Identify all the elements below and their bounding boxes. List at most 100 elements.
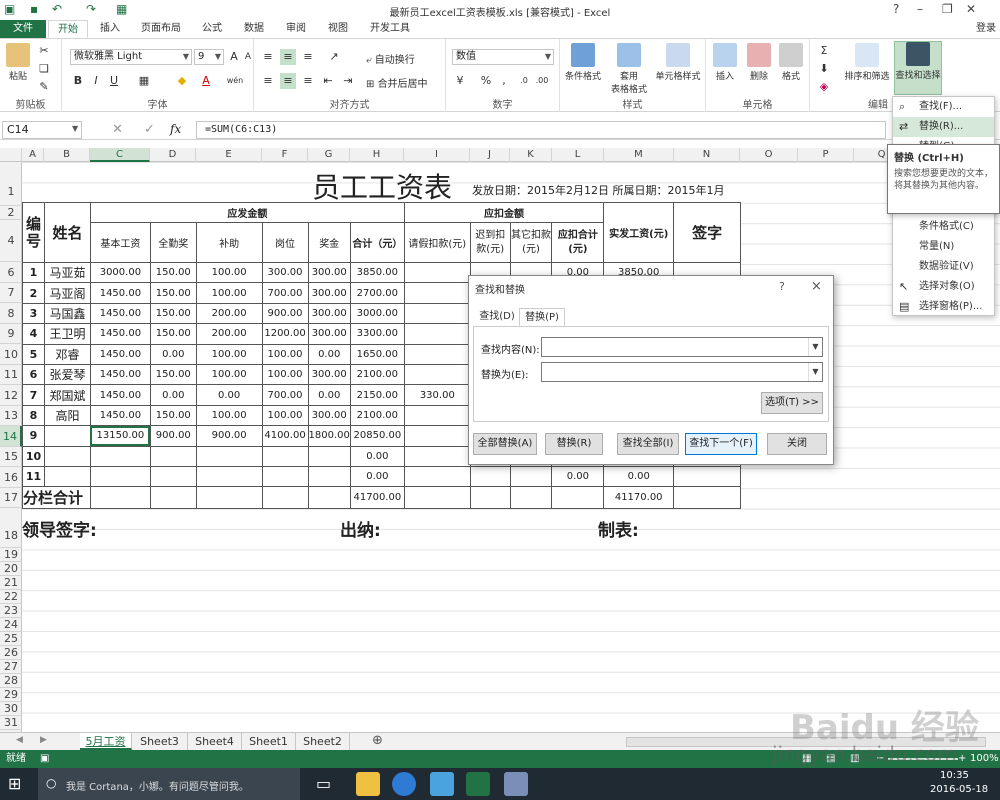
sheet-tab-sheet4[interactable]: Sheet4 [188, 733, 242, 750]
subheader-cell[interactable]: 补助 [195, 222, 263, 263]
value-cell[interactable]: 13150.00 [89, 425, 151, 447]
value-cell[interactable]: 3300.00 [349, 323, 405, 345]
column-header[interactable]: O [740, 148, 798, 162]
cell[interactable] [89, 486, 151, 510]
value-cell[interactable] [403, 363, 471, 386]
row-header[interactable]: 30 [0, 702, 22, 716]
row-header[interactable]: 28 [0, 674, 22, 688]
tab-insert[interactable]: 插入 [92, 20, 128, 38]
align-left-icon[interactable]: ≡ [260, 73, 276, 89]
subheader-cell[interactable]: 应扣合计(元) [551, 222, 605, 263]
tab-find[interactable]: 查找(D) [477, 308, 517, 326]
autosum-icon[interactable]: Σ [816, 43, 832, 59]
value-cell[interactable] [307, 465, 351, 488]
find-what-input[interactable]: ▼ [541, 337, 823, 357]
value-cell[interactable]: 0.00 [307, 384, 351, 406]
value-cell[interactable]: 1650.00 [349, 343, 405, 365]
wrap-text-button[interactable]: ⤶ 自动换行 [366, 51, 438, 66]
column-header[interactable]: C [90, 148, 150, 162]
column-header[interactable]: B [44, 148, 90, 162]
value-cell[interactable] [307, 445, 351, 467]
sign-cell[interactable] [673, 465, 741, 488]
subheader-cell[interactable]: 岗位 [261, 222, 309, 263]
value-cell[interactable] [261, 465, 309, 488]
value-cell[interactable] [403, 282, 471, 304]
value-cell[interactable]: 150.00 [149, 404, 197, 427]
menu-item-selection-pane[interactable]: ▤ 选择窗格(P)... [893, 297, 994, 317]
employee-no-cell[interactable]: 7 [22, 384, 45, 406]
font-size-combo[interactable]: 9 ▼ [194, 49, 224, 65]
column-header[interactable]: A [22, 148, 44, 162]
value-cell[interactable]: 150.00 [149, 302, 197, 325]
employee-no-cell[interactable]: 2 [22, 282, 45, 304]
value-cell[interactable]: 1450.00 [89, 282, 151, 304]
value-cell[interactable]: 2100.00 [349, 404, 405, 427]
column-header[interactable]: F [262, 148, 308, 162]
menu-item-select-objects[interactable]: ↖ 选择对象(O) [893, 277, 994, 297]
employee-no-cell[interactable]: 5 [22, 343, 45, 365]
header-net-pay[interactable]: 实发工资(元) [603, 202, 675, 263]
value-cell[interactable]: 300.00 [307, 261, 351, 284]
row-header[interactable]: 2 [0, 206, 22, 220]
column-header[interactable]: P [798, 148, 854, 162]
value-cell[interactable]: 1450.00 [89, 302, 151, 325]
macro-record-icon[interactable]: ▣ [40, 750, 49, 768]
cell[interactable] [673, 486, 741, 510]
underline-button[interactable]: U [106, 73, 122, 89]
employee-no-cell[interactable]: 8 [22, 404, 45, 427]
row-header[interactable]: 25 [0, 632, 22, 646]
value-cell[interactable]: 0.00 [195, 384, 263, 406]
value-cell[interactable]: 300.00 [307, 282, 351, 304]
column-header[interactable]: L [552, 148, 604, 162]
restore-icon[interactable]: ❐ [942, 2, 953, 16]
value-cell[interactable]: 0.00 [349, 465, 405, 488]
subheader-cell[interactable]: 基本工资 [89, 222, 151, 263]
find-next-button[interactable]: 查找下一个(F) [685, 433, 757, 455]
employee-name-cell[interactable]: 王卫明 [43, 323, 91, 345]
insert-cells-button[interactable]: 插入 [710, 43, 740, 82]
employee-name-cell[interactable] [43, 425, 91, 447]
cashier-label[interactable]: 出纳: [340, 516, 381, 541]
decrease-indent-icon[interactable]: ⇤ [320, 73, 336, 89]
employee-no-cell[interactable]: 9 [22, 425, 45, 447]
maker-label[interactable]: 制表: [598, 516, 639, 541]
tab-review[interactable]: 审阅 [278, 20, 314, 38]
value-cell[interactable]: 100.00 [195, 343, 263, 365]
font-name-combo[interactable]: 微软雅黑 Light ▼ [70, 49, 192, 65]
paste-button[interactable]: 粘贴 [4, 43, 32, 82]
tab-formulas[interactable]: 公式 [194, 20, 230, 38]
value-cell[interactable]: 100.00 [261, 404, 309, 427]
value-cell[interactable]: 1450.00 [89, 404, 151, 427]
menu-item-conditional-format[interactable]: 条件格式(C) [893, 217, 994, 237]
row-header[interactable]: 24 [0, 618, 22, 632]
value-cell[interactable] [403, 425, 471, 447]
value-cell[interactable]: 3850.00 [349, 261, 405, 284]
value-cell[interactable] [89, 465, 151, 488]
value-cell[interactable]: 900.00 [149, 425, 197, 447]
header-deductions[interactable]: 应扣金额 [403, 202, 605, 223]
value-cell[interactable]: 300.00 [261, 261, 309, 284]
cell[interactable] [307, 486, 351, 510]
tab-replace[interactable]: 替换(P) [519, 308, 565, 326]
scroll-left-icon[interactable]: ◀ [16, 735, 23, 745]
subheader-cell[interactable]: 其它扣款(元) [509, 222, 553, 263]
zoom-in-icon[interactable]: + [958, 750, 966, 768]
row-header[interactable]: 1 [0, 162, 22, 206]
close-window-icon[interactable]: ✕ [966, 2, 976, 16]
copy-icon[interactable]: ❏ [36, 61, 52, 77]
cell[interactable] [261, 486, 309, 510]
replace-all-button[interactable]: 全部替换(A) [473, 433, 537, 455]
sheet-tab-sheet1[interactable]: Sheet1 [242, 733, 296, 750]
value-cell[interactable] [469, 465, 511, 488]
employee-no-cell[interactable]: 10 [22, 445, 45, 467]
value-cell[interactable]: 100.00 [195, 363, 263, 386]
format-cells-button[interactable]: 格式 [776, 43, 806, 82]
value-cell[interactable]: 4100.00 [261, 425, 309, 447]
value-cell[interactable] [509, 465, 553, 488]
row-header[interactable]: 31 [0, 716, 22, 730]
currency-icon[interactable]: ¥ [452, 73, 468, 89]
find-all-button[interactable]: 查找全部(I) [617, 433, 679, 455]
increase-decimal-icon[interactable]: .0 [516, 73, 532, 89]
value-cell[interactable] [403, 261, 471, 284]
cell[interactable] [195, 486, 263, 510]
